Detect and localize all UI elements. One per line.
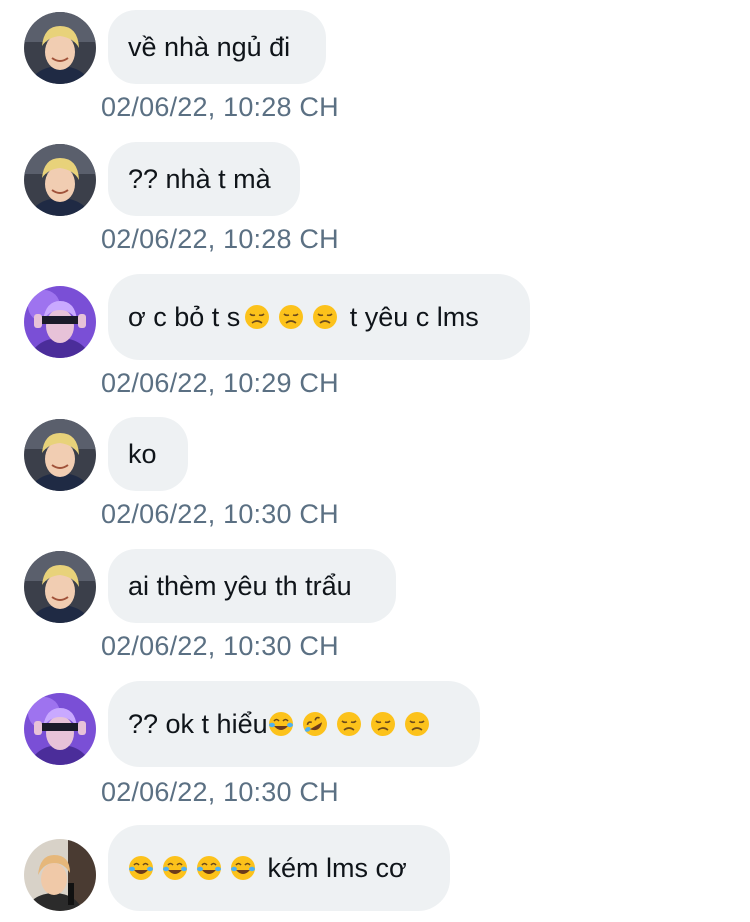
avatar[interactable]: [24, 839, 96, 911]
tears-of-joy-icon: [268, 711, 294, 737]
disappointed-face-icon: [370, 711, 396, 737]
message-timestamp: 02/06/22, 10:30 CH: [101, 499, 339, 529]
message-text: t yêu c lms: [342, 301, 479, 332]
message-text: ?? ok t hiểu: [128, 708, 268, 739]
message-bubble[interactable]: kém lms cơ: [108, 825, 450, 911]
user-photo-icon: [24, 286, 96, 358]
message-timestamp: 02/06/22, 10:30 CH: [101, 777, 339, 807]
avatar[interactable]: [24, 551, 96, 623]
disappointed-face-icon: [336, 711, 362, 737]
disappointed-face-icon: [278, 304, 304, 330]
tears-of-joy-icon: [196, 855, 222, 881]
disappointed-face-icon: [404, 711, 430, 737]
message-text: ?? nhà t mà: [128, 163, 271, 194]
avatar[interactable]: [24, 286, 96, 358]
tears-of-joy-icon: [128, 855, 154, 881]
message-text: ko: [128, 438, 157, 469]
disappointed-face-icon: [244, 304, 270, 330]
tears-of-joy-icon: [230, 855, 256, 881]
avatar[interactable]: [24, 12, 96, 84]
message-timestamp: 02/06/22, 10:28 CH: [101, 224, 339, 254]
message-bubble[interactable]: ai thèm yêu th trẩu: [108, 549, 396, 623]
user-photo-icon: [24, 12, 96, 84]
message-timestamp: 02/06/22, 10:28 CH: [101, 92, 339, 122]
user-photo-icon: [24, 839, 96, 911]
message-timestamp: 02/06/22, 10:29 CH: [101, 368, 339, 398]
user-photo-icon: [24, 693, 96, 765]
avatar[interactable]: [24, 419, 96, 491]
message-text: ai thèm yêu th trẩu: [128, 570, 352, 601]
message-bubble[interactable]: ơ c bỏ t s t yêu c lms: [108, 274, 530, 360]
avatar[interactable]: [24, 144, 96, 216]
message-text: về nhà ngủ đi: [128, 31, 291, 62]
rolling-on-floor-laughing-icon: [302, 711, 328, 737]
disappointed-face-icon: [312, 304, 338, 330]
message-bubble[interactable]: về nhà ngủ đi: [108, 10, 326, 84]
tears-of-joy-icon: [162, 855, 188, 881]
message-text: kém lms cơ: [260, 852, 407, 883]
message-text: ơ c bỏ t s: [128, 301, 241, 332]
avatar[interactable]: [24, 693, 96, 765]
message-bubble[interactable]: ko: [108, 417, 188, 491]
message-bubble[interactable]: ?? nhà t mà: [108, 142, 300, 216]
user-photo-icon: [24, 419, 96, 491]
user-photo-icon: [24, 144, 96, 216]
message-timestamp: 02/06/22, 10:30 CH: [101, 631, 339, 661]
user-photo-icon: [24, 551, 96, 623]
message-bubble[interactable]: ?? ok t hiểu: [108, 681, 480, 767]
